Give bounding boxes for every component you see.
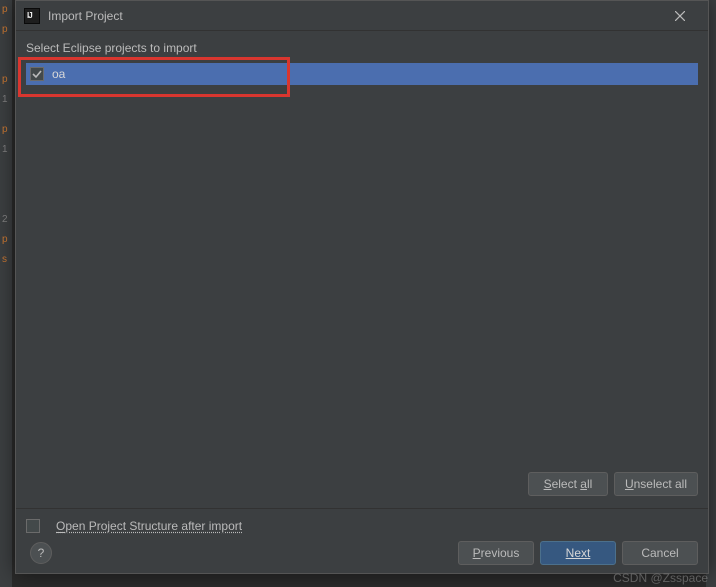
next-button[interactable]: Next [540, 541, 616, 565]
project-checkbox[interactable] [30, 67, 44, 81]
close-button[interactable] [660, 2, 700, 30]
instruction-label: Select Eclipse projects to import [16, 31, 708, 63]
button-label: Previous [473, 546, 520, 560]
unselect-all-button[interactable]: Unselect all [614, 472, 698, 496]
open-structure-label: Open Project Structure after import [56, 519, 242, 533]
editor-gutter: p p p 1 p 1 2 p s [0, 0, 12, 587]
open-structure-checkbox[interactable] [26, 519, 40, 533]
button-label: Unselect all [625, 477, 687, 491]
button-label: Next [566, 546, 591, 560]
button-label: Select all [544, 477, 593, 491]
previous-button[interactable]: Previous [458, 541, 534, 565]
wizard-nav-buttons: Previous Next Cancel [52, 541, 698, 565]
cancel-button[interactable]: Cancel [622, 541, 698, 565]
intellij-icon [24, 8, 40, 24]
close-icon [675, 11, 685, 21]
open-structure-option[interactable]: Open Project Structure after import [26, 519, 698, 533]
button-label: Cancel [641, 546, 678, 560]
check-icon [32, 69, 42, 79]
help-button[interactable]: ? [30, 542, 52, 564]
selection-buttons-row: Select all Unselect all [16, 460, 708, 508]
select-all-button[interactable]: Select all [528, 472, 608, 496]
dialog-title: Import Project [48, 9, 660, 23]
dialog-footer: Open Project Structure after import ? Pr… [16, 508, 708, 573]
project-row[interactable]: oa [26, 63, 698, 85]
help-icon: ? [38, 546, 45, 560]
dialog-titlebar: Import Project [16, 1, 708, 31]
project-name-label: oa [52, 67, 65, 81]
import-project-dialog: Import Project Select Eclipse projects t… [15, 0, 709, 574]
watermark-text: CSDN @Zsspace [613, 571, 708, 585]
project-list[interactable]: oa [26, 63, 698, 460]
